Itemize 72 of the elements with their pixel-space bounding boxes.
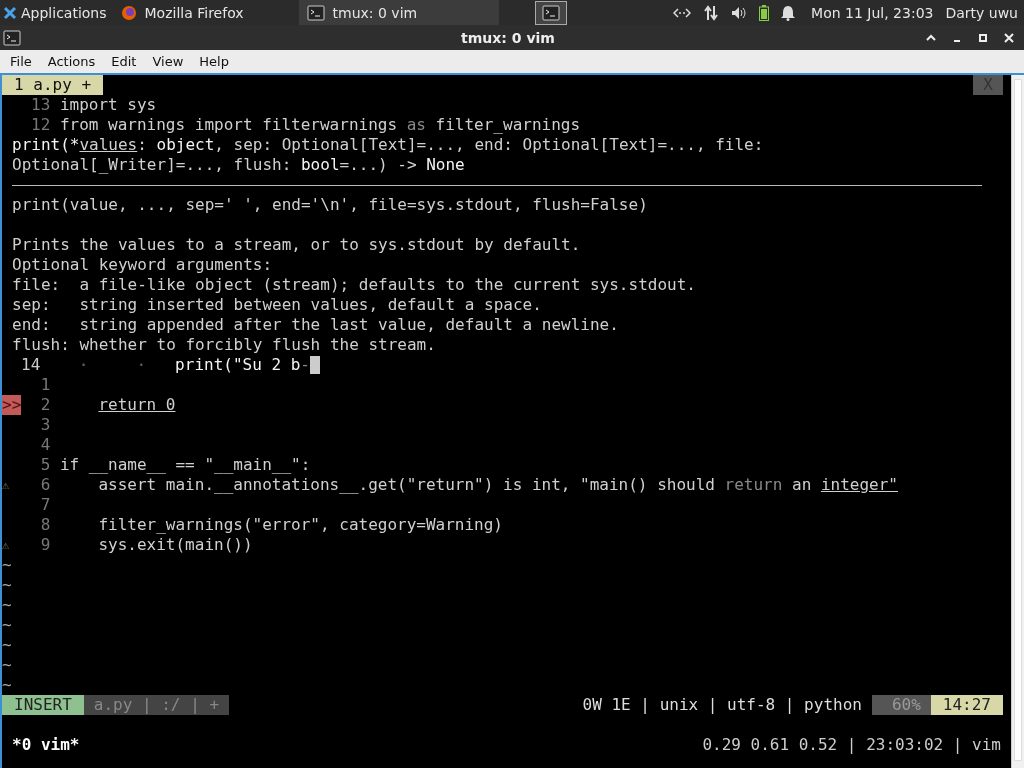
line-number: 4	[39, 435, 51, 455]
empty-line-marker: ~	[2, 615, 12, 635]
line-number: 14	[21, 355, 42, 375]
code-line: sys.exit(main())	[97, 535, 253, 555]
line-number: 2	[39, 395, 51, 415]
line-number: 9	[39, 535, 51, 555]
doc-line: Prints the values to a stream, or to sys.stdout by default.	[12, 235, 581, 255]
file-status: 0W 1E | unix | utf-8 | python	[582, 695, 863, 715]
menu-item[interactable]: Help	[199, 54, 229, 69]
scrollbar-thumb[interactable]	[1014, 79, 1022, 761]
terminal-icon[interactable]	[541, 4, 560, 21]
user-name[interactable]: Darty uwu	[945, 4, 1018, 21]
doc-line: Optional[_Writer]=..., flush: bool=...) -> None	[12, 155, 465, 175]
line-number: 1	[39, 375, 51, 395]
code-line: return 0	[97, 395, 176, 415]
code-line: assert main.__annotations__.get("return") is int, "main() should return an integer"	[97, 475, 898, 495]
window-title: tmux: 0 vim	[460, 29, 556, 46]
transfer-icon[interactable]	[703, 4, 720, 21]
empty-line-marker: ~	[2, 575, 12, 595]
browser-icon	[120, 4, 137, 21]
warning-sign: ⚠	[2, 477, 11, 494]
error-sign: >>	[2, 395, 21, 415]
line-number: 6	[39, 475, 51, 495]
doc-line: print(*values: object, sep: Optional[Text]=..., end: Optional[Text]=..., file:	[12, 135, 764, 155]
doc-line: Optional keyword arguments:	[12, 255, 273, 275]
tmux-window[interactable]: *0 vim*	[12, 735, 80, 755]
taskbar-button[interactable]: Mozilla Firefox	[112, 0, 291, 25]
close-icon[interactable]	[1003, 31, 1015, 44]
tab[interactable]: 1 a.py +	[2, 75, 104, 95]
doc-line: sep: string inserted between values, default a space.	[12, 295, 542, 315]
mode-indicator: INSERT	[2, 695, 84, 715]
line-number: 8	[39, 515, 51, 535]
code-line: from warnings import filterwarnings as filter_warnings	[59, 115, 581, 135]
line-number: 12	[31, 115, 51, 135]
terminal-icon	[3, 29, 21, 46]
line-number: 3	[39, 415, 51, 435]
terminal-icon	[306, 4, 325, 21]
empty-line-marker: ~	[2, 655, 12, 675]
x-logo-icon	[3, 5, 17, 20]
warning-sign: ⚠	[2, 537, 11, 554]
doc-line: print(value, ..., sep=' ', end='\n', file=sys.stdout, flush=False)	[12, 195, 648, 215]
line-number: 7	[39, 495, 51, 515]
doc-line: file: a file-like object (stream); defaults to the current sys.stdout.	[12, 275, 696, 295]
menu-item[interactable]: File	[10, 54, 32, 69]
empty-line-marker: ~	[2, 555, 12, 575]
code-line: · · print("Su 2 b-	[77, 355, 310, 375]
restore-icon[interactable]	[977, 31, 989, 44]
volume-icon[interactable]	[731, 5, 748, 20]
menu-item[interactable]: Actions	[47, 54, 96, 69]
cursor-position: 14:27	[930, 695, 1003, 715]
tmux-status: 0.29 0.61 0.52 | 23:03:02 | vim	[702, 735, 1001, 755]
bell-icon[interactable]	[781, 4, 796, 21]
empty-line-marker: ~	[2, 635, 12, 655]
taskbar-button[interactable]: tmux: 0 vim	[298, 0, 499, 25]
code-line: filter_warnings("error", category=Warning)	[97, 515, 503, 535]
line-number: 13	[31, 95, 51, 115]
doc-line: flush: whether to forcibly flush the stream.	[12, 335, 436, 355]
network-icon[interactable]	[673, 5, 692, 20]
file-info: a.py | :/ | +	[83, 695, 230, 715]
menu-item[interactable]: Edit	[111, 54, 137, 69]
scroll-percent: 60%	[871, 695, 931, 715]
doc-line: end: string appended after the last value, default a newline.	[12, 315, 619, 335]
applications-menu[interactable]: Applications	[0, 0, 113, 25]
menu-item[interactable]: View	[152, 54, 184, 69]
clock[interactable]: Mon 11 Jul, 23:03	[811, 4, 934, 21]
code-line: if __name__ == "__main__":	[59, 455, 311, 475]
scrollbar[interactable]	[1011, 75, 1024, 768]
battery-icon[interactable]	[759, 4, 770, 21]
empty-line-marker: ~	[2, 595, 12, 615]
code-line: import sys	[59, 95, 157, 115]
line-number: 5	[39, 455, 51, 475]
empty-line-marker: ~	[2, 675, 12, 695]
